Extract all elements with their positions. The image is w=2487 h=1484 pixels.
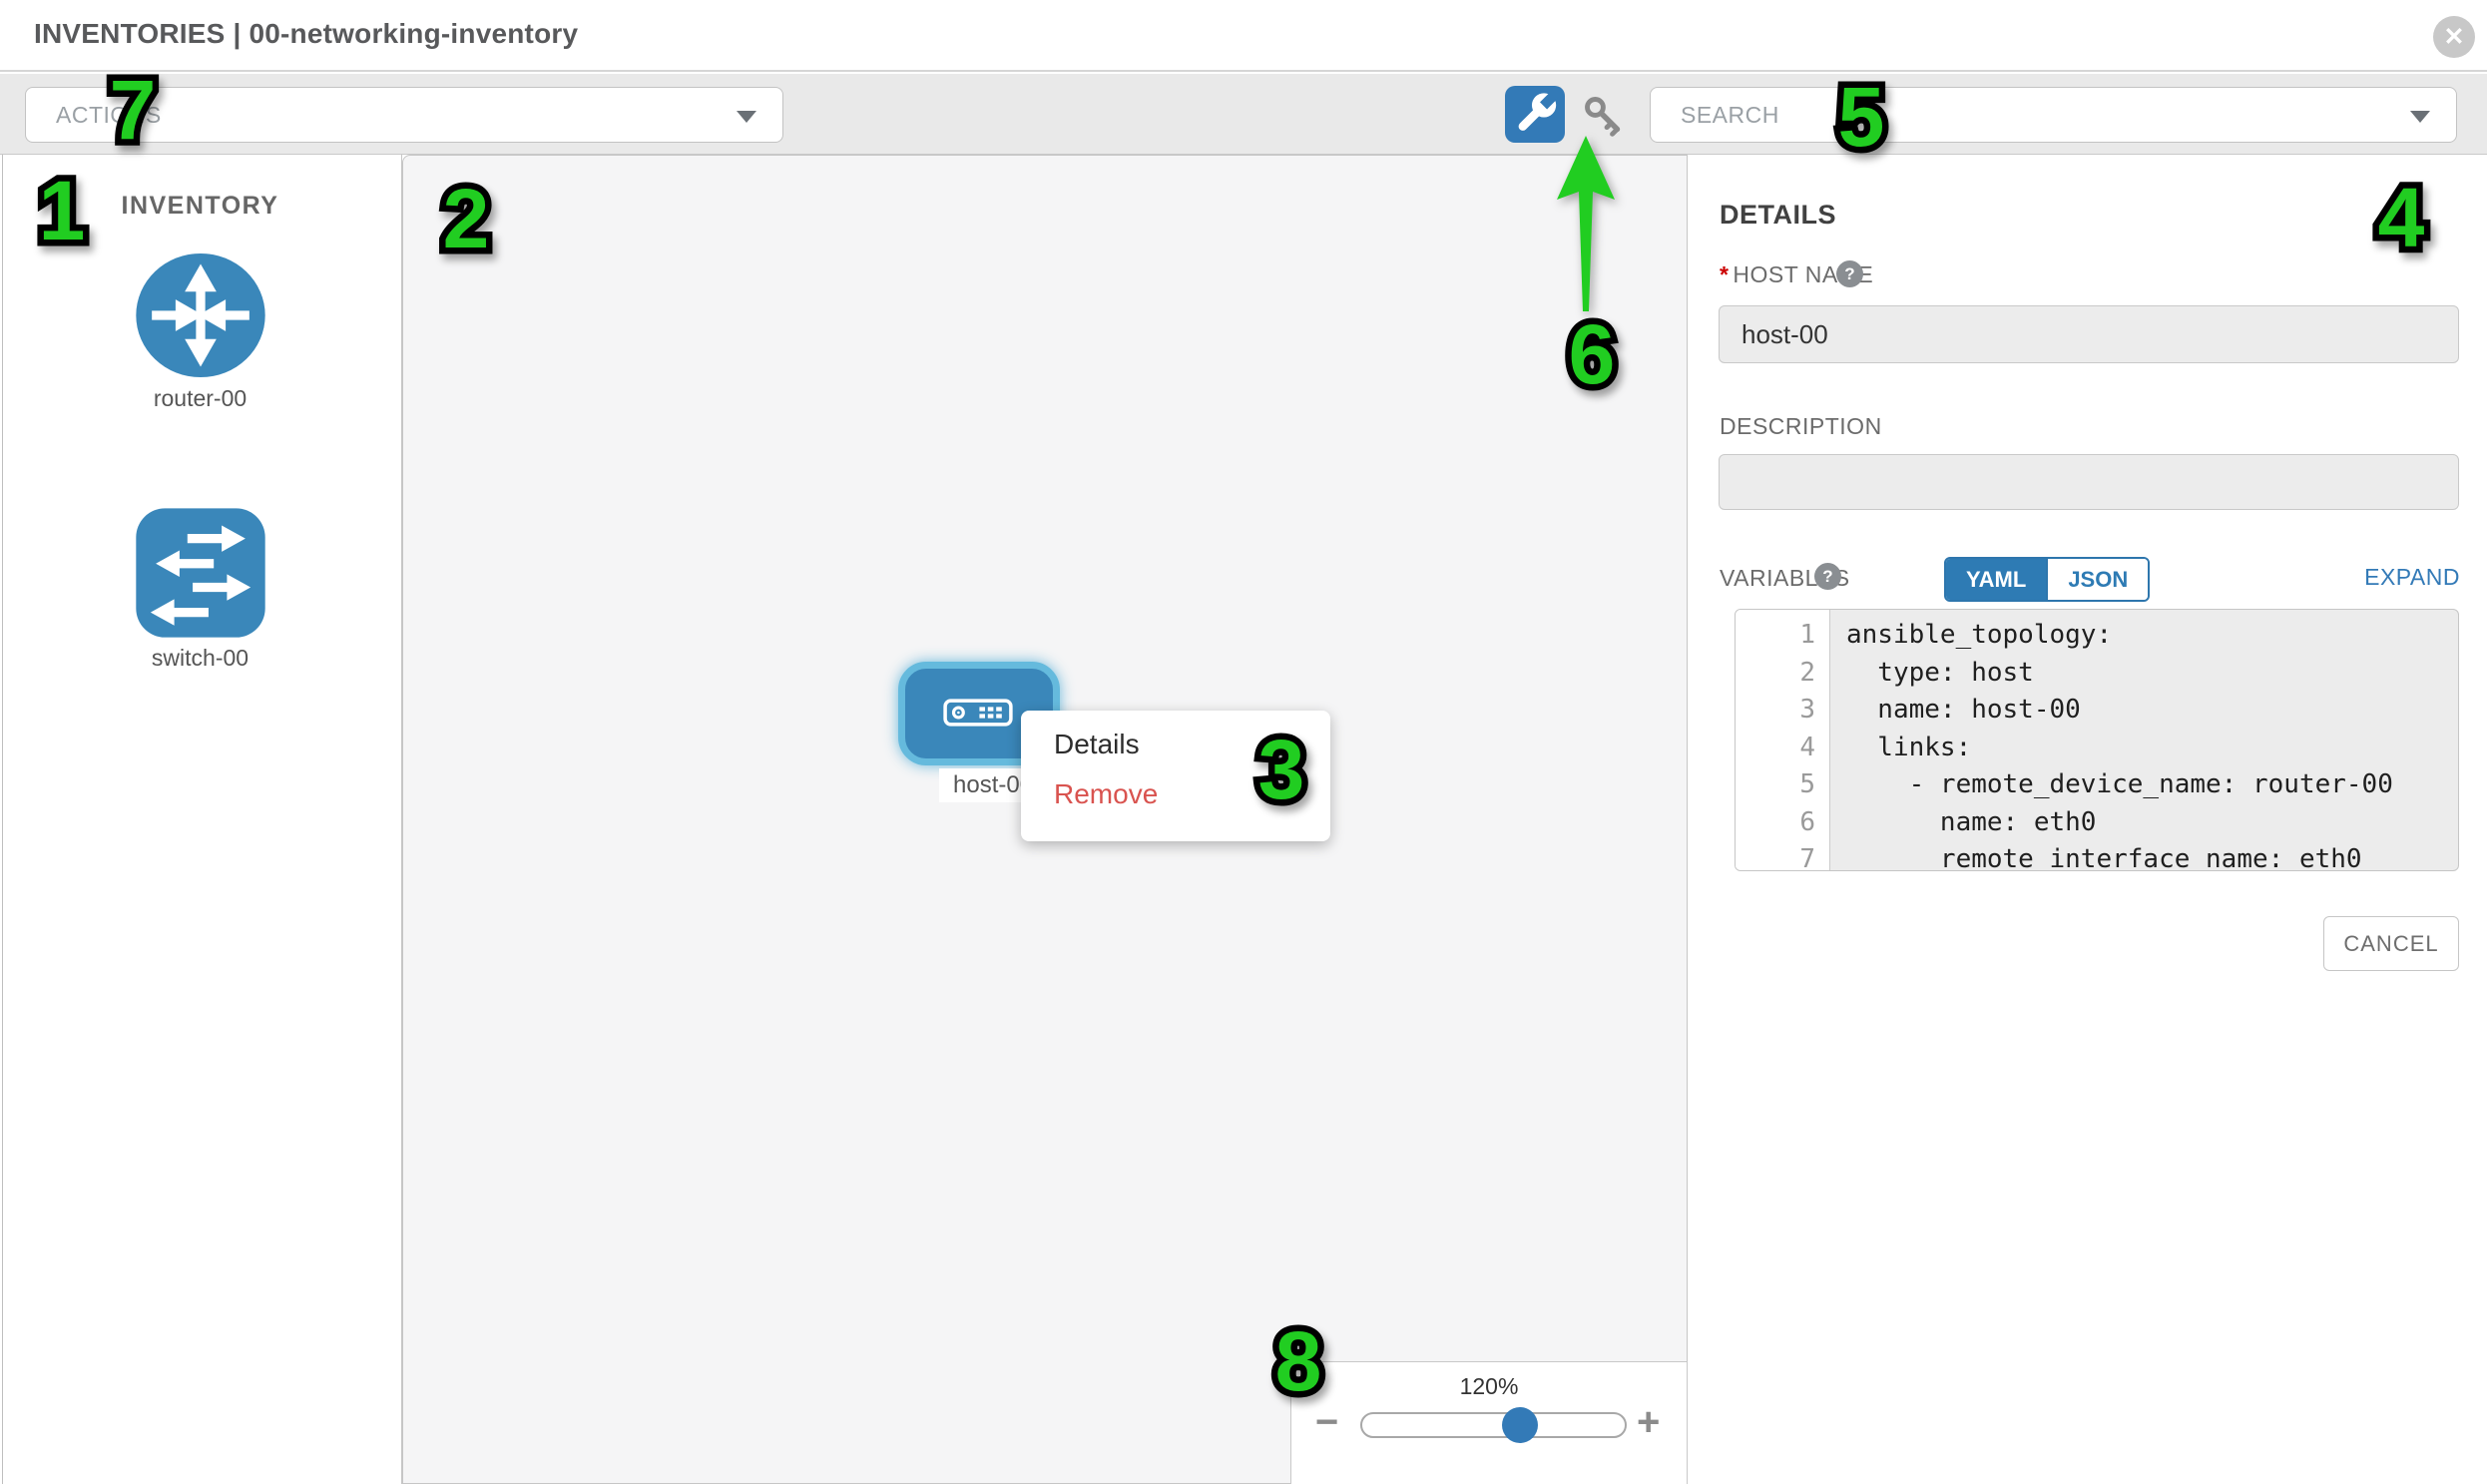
toolbar: ACTIONS SEARCH — [0, 74, 2487, 155]
editor-line-numbers: 1 2 3 4 5 6 7 — [1736, 610, 1830, 870]
line-number: 5 — [1736, 769, 1829, 807]
variables-help-icon[interactable]: ? — [1814, 563, 1841, 590]
toggle-yaml-button[interactable]: YAML — [1946, 559, 2046, 600]
node-context-menu: Details Remove — [1021, 711, 1330, 841]
sidebar-item-switch[interactable] — [127, 507, 274, 639]
line-number: 1 — [1736, 620, 1829, 658]
actions-dropdown[interactable]: ACTIONS — [25, 87, 783, 143]
zoom-in-button[interactable]: + — [1637, 1402, 1660, 1442]
toolbar-wrench-button[interactable] — [1505, 86, 1565, 143]
svg-text:4: 4 — [2378, 171, 2425, 264]
close-icon[interactable]: ✕ — [2433, 16, 2475, 58]
line-number: 7 — [1736, 844, 1829, 871]
zoom-slider-thumb[interactable] — [1502, 1407, 1538, 1443]
page-title: INVENTORIES | 00-networking-inventory — [34, 18, 578, 50]
code-line: ansible_topology: — [1846, 620, 2458, 658]
editor-code-area[interactable]: ansible_topology: type: host name: host-… — [1830, 610, 2458, 870]
host-name-help-icon[interactable]: ? — [1836, 260, 1863, 287]
line-number: 4 — [1736, 733, 1829, 770]
code-line: - remote_device_name: router-00 — [1846, 769, 2458, 807]
router-icon — [133, 249, 268, 381]
header-bar: INVENTORIES | 00-networking-inventory ✕ — [0, 0, 2487, 72]
zoom-level-value: 120% — [1290, 1373, 1688, 1400]
description-input[interactable] — [1719, 454, 2459, 510]
search-dropdown[interactable]: SEARCH — [1650, 87, 2457, 143]
key-icon — [1582, 94, 1626, 138]
code-line: name: eth0 — [1846, 807, 2458, 845]
zoom-slider-track[interactable] — [1360, 1412, 1627, 1438]
inventory-topology-screen: INVENTORIES | 00-networking-inventory ✕ … — [0, 0, 2487, 1484]
wrench-icon — [1505, 86, 1565, 143]
code-line: remote_interface_name: eth0 — [1846, 844, 2458, 871]
line-number: 6 — [1736, 807, 1829, 845]
switch-icon — [127, 507, 274, 639]
host-name-input[interactable] — [1719, 305, 2459, 363]
variables-code-editor[interactable]: 1 2 3 4 5 6 7 ansible_topology: type: ho… — [1735, 609, 2459, 871]
sidebar-item-router[interactable] — [133, 249, 268, 381]
toolbar-key-button[interactable] — [1582, 94, 1626, 138]
details-panel-title: DETAILS — [1720, 200, 1836, 231]
context-menu-item-details[interactable]: Details — [1054, 729, 1140, 760]
context-menu-item-remove[interactable]: Remove — [1054, 778, 1158, 810]
host-icon — [939, 699, 1017, 727]
line-number: 3 — [1736, 695, 1829, 733]
annotation-number-4: 4 — [2336, 157, 2466, 276]
required-asterisk: * — [1720, 261, 1729, 287]
variables-format-toggle: YAML JSON — [1944, 557, 2150, 602]
code-line: type: host — [1846, 658, 2458, 696]
search-dropdown-label: SEARCH — [1681, 102, 1779, 129]
toggle-json-button[interactable]: JSON — [2046, 559, 2148, 600]
sidebar-title: INVENTORY — [0, 192, 400, 221]
chevron-down-icon — [2410, 111, 2430, 123]
sidebar-item-label: switch-00 — [0, 645, 400, 672]
chevron-down-icon — [737, 111, 756, 123]
code-line: name: host-00 — [1846, 695, 2458, 733]
code-line: links: — [1846, 733, 2458, 770]
description-label: DESCRIPTION — [1720, 413, 1882, 440]
actions-dropdown-label: ACTIONS — [56, 102, 162, 129]
cancel-button[interactable]: CANCEL — [2323, 916, 2459, 971]
line-number: 2 — [1736, 658, 1829, 696]
sidebar-item-label: router-00 — [0, 385, 400, 412]
zoom-out-button[interactable]: − — [1315, 1402, 1338, 1442]
expand-link[interactable]: EXPAND — [2325, 564, 2460, 591]
